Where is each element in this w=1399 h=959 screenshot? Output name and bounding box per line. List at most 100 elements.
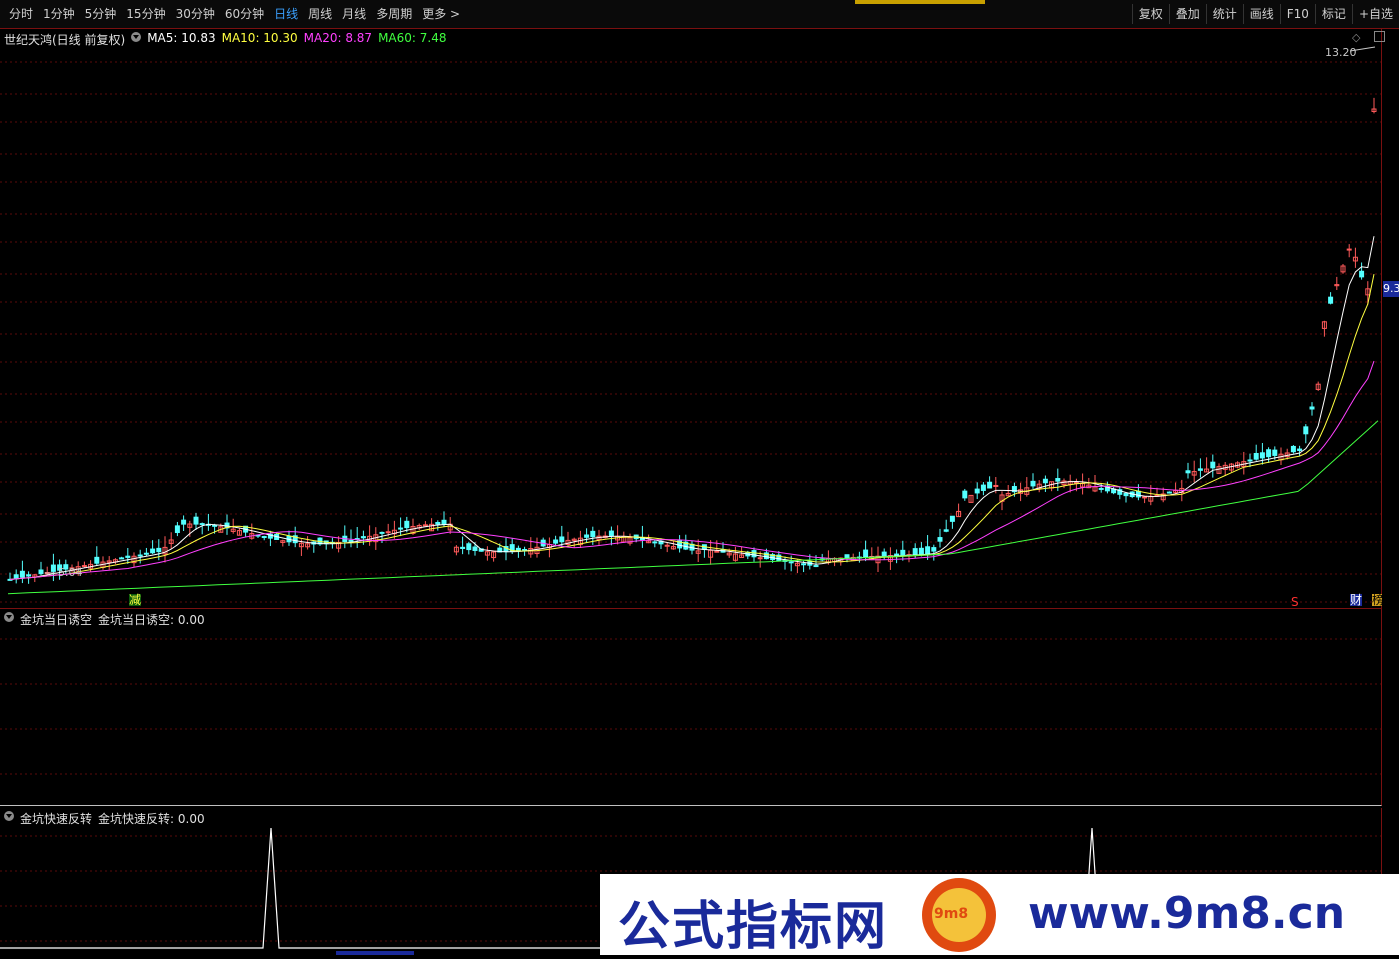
candle-body [1055, 478, 1061, 482]
candle-body [1098, 487, 1104, 490]
candle-body [962, 490, 968, 499]
high-price-label: 13.20 [1325, 46, 1357, 59]
logo-text: 9m8 [934, 906, 969, 922]
candle-body [980, 484, 986, 491]
candle-body [1309, 406, 1315, 410]
candle-body [553, 539, 559, 544]
candle-body [348, 539, 354, 542]
candle-body [813, 565, 819, 568]
indicator2-value: 金坑快速反转: 0.00 [98, 812, 205, 826]
candle-body [193, 516, 199, 525]
candle-body [360, 536, 366, 539]
main-legend: 世纪天鸿(日线 前复权) MA5: 10.83 MA10: 10.30 MA20… [4, 31, 447, 48]
period-tab[interactable]: 15分钟 [121, 6, 170, 22]
kline-chart[interactable] [0, 29, 1381, 608]
indicator1-legend: 金坑当日诱空 金坑当日诱空: 0.00 [4, 611, 205, 628]
candle-body [788, 561, 794, 564]
candle-body [801, 563, 807, 566]
candle-body [863, 549, 869, 558]
price-axis: ◇ [1352, 29, 1399, 955]
candle-body [156, 547, 162, 553]
candle-body [1359, 270, 1365, 278]
candle-body [1247, 459, 1253, 462]
kline-panel[interactable]: 世纪天鸿(日线 前复权) MA5: 10.83 MA10: 10.30 MA20… [0, 29, 1385, 609]
period-tab[interactable]: 月线 [337, 6, 371, 22]
indicator1-name: 金坑当日诱空 [20, 613, 93, 627]
candle-body [422, 524, 428, 527]
finance-marker[interactable]: 财 [1350, 594, 1363, 606]
candle-body [1135, 490, 1141, 498]
diamond-icon[interactable]: ◇ [1352, 31, 1360, 44]
candle-body [13, 574, 19, 579]
candle-body [937, 537, 943, 542]
candle-body [844, 554, 850, 559]
candle-body [1259, 452, 1265, 459]
candle-body [751, 550, 757, 558]
candle-body [894, 553, 900, 556]
current-price-tag: 9.3 [1383, 281, 1399, 297]
top-strip [855, 0, 985, 4]
toolbar-button[interactable]: 复权 [1131, 4, 1169, 24]
period-tab[interactable]: 更多 > [417, 6, 465, 22]
candle-body [125, 555, 131, 558]
chevron-down-icon[interactable] [131, 32, 142, 42]
candle-body [50, 564, 56, 572]
stock-title: 世纪天鸿(日线 前复权) [4, 33, 126, 47]
candle-body [441, 519, 447, 525]
candle-body [1253, 452, 1259, 460]
candle-body [714, 550, 720, 553]
candle-body [466, 543, 472, 551]
period-tab[interactable]: 30分钟 [171, 6, 220, 22]
period-tab[interactable]: 周线 [303, 6, 337, 22]
period-tab[interactable]: 60分钟 [220, 6, 269, 22]
period-tab[interactable]: 1分钟 [38, 6, 80, 22]
candle-body [150, 548, 156, 554]
candle-body [881, 551, 887, 557]
candle-body [26, 574, 32, 577]
candle-body [1328, 296, 1334, 304]
candle-body [900, 549, 906, 556]
reduce-marker[interactable]: 减 [129, 594, 142, 606]
indicator1-panel[interactable]: 金坑当日诱空 金坑当日诱空: 0.00 [0, 609, 1382, 806]
candle-body [1142, 496, 1148, 499]
period-tab[interactable]: 日线 [269, 6, 303, 22]
ma20-label: MA20: 8.87 [303, 31, 373, 45]
candle-body [460, 546, 466, 549]
candle-body [38, 569, 44, 575]
toolbar-button[interactable]: 叠加 [1168, 4, 1206, 24]
candle-body [987, 481, 993, 489]
banner-url: www.9m8.cn [1028, 888, 1346, 939]
candle-body [1346, 248, 1352, 251]
candle-body [472, 546, 478, 551]
toolbar-button[interactable]: 画线 [1242, 4, 1280, 24]
candle-body [385, 531, 391, 534]
period-tab[interactable]: 5分钟 [80, 6, 122, 22]
candle-body [212, 524, 218, 527]
ma60-label: MA60: 7.48 [378, 31, 447, 45]
candle-body [143, 552, 149, 555]
candle-body [137, 554, 143, 557]
candle-body [181, 519, 187, 525]
candle-body [1210, 461, 1216, 469]
toolbar-button[interactable]: +自选 [1351, 4, 1399, 24]
chevron-down-icon[interactable] [4, 811, 14, 821]
candle-body [949, 515, 955, 522]
toolbar-button[interactable]: 标记 [1314, 4, 1352, 24]
candle-body [1166, 491, 1172, 494]
candle-body [199, 523, 205, 526]
candle-body [912, 548, 918, 555]
candle-body [1042, 478, 1048, 484]
candle-body [1030, 480, 1036, 487]
candle-body [1073, 481, 1079, 484]
toolbar-button[interactable]: 统计 [1205, 4, 1243, 24]
period-tab[interactable]: 分时 [4, 6, 38, 22]
s-marker[interactable]: S [1291, 596, 1299, 608]
candle-body [993, 484, 999, 487]
candle-body [515, 547, 521, 552]
banner-title: 公式指标网 [618, 897, 889, 957]
toolbar-button[interactable]: F10 [1279, 4, 1315, 24]
window-icon[interactable] [1374, 31, 1385, 42]
toolbar-right-buttons: 复权 叠加 统计 画线 F10 标记 +自选 [1131, 4, 1399, 24]
chevron-down-icon[interactable] [4, 612, 14, 622]
period-tab[interactable]: 多周期 [371, 6, 417, 22]
